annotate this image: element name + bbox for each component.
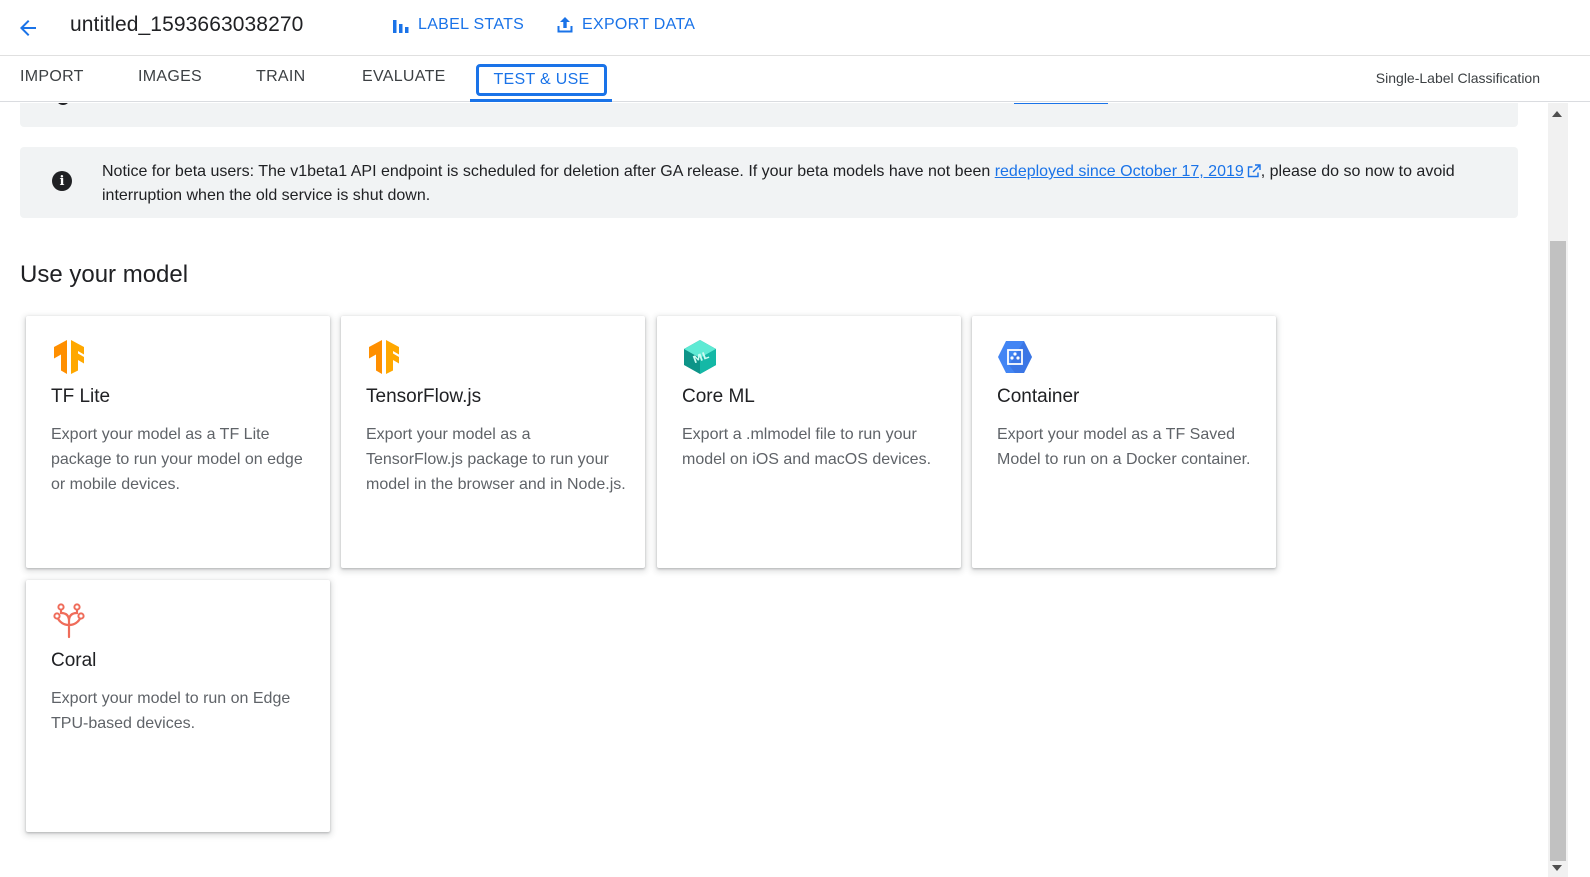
notice-text-before: Notice for beta users: The v1beta1 API e… bbox=[102, 163, 995, 180]
card-title: Core ML bbox=[682, 386, 755, 407]
coral-card[interactable]: Coral Export your model to run on Edge T… bbox=[26, 580, 330, 832]
card-title: Coral bbox=[51, 650, 97, 671]
container-card[interactable]: Container Export your model as a TF Save… bbox=[972, 316, 1276, 568]
beta-notice-banner: i Notice for beta users: The v1beta1 API… bbox=[20, 147, 1518, 218]
coreml-icon: ML bbox=[684, 340, 716, 374]
back-button[interactable] bbox=[8, 8, 48, 48]
card-description: Export your model as a TF Lite package t… bbox=[51, 426, 303, 493]
scroll-up-arrow-icon[interactable] bbox=[1552, 111, 1562, 117]
active-tab-indicator bbox=[470, 99, 612, 102]
tensorflow-icon bbox=[369, 340, 399, 374]
vertical-scrollbar[interactable] bbox=[1548, 103, 1568, 877]
scroll-down-arrow-icon[interactable] bbox=[1552, 865, 1562, 871]
notice-text: Notice for beta users: The v1beta1 API e… bbox=[102, 160, 1482, 208]
tf-lite-card[interactable]: TF Lite Export your model as a TF Lite p… bbox=[26, 316, 330, 568]
previous-notice-banner bbox=[20, 103, 1518, 127]
card-title: Container bbox=[997, 386, 1080, 407]
model-type-label: Single-Label Classification bbox=[1375, 70, 1540, 86]
coral-icon bbox=[53, 603, 85, 639]
card-title: TensorFlow.js bbox=[366, 386, 482, 407]
label-stats-label: LABEL STATS bbox=[418, 16, 525, 33]
redeployed-link-label: redeployed since October 17, 2019 bbox=[994, 163, 1244, 180]
main-content: i Notice for beta users: The v1beta1 API… bbox=[0, 103, 1548, 877]
tab-import[interactable]: IMPORT bbox=[20, 68, 84, 86]
core-ml-card[interactable]: ML Core ML Export a .mlmodel file to run… bbox=[657, 316, 961, 568]
arrow-back-icon bbox=[20, 20, 36, 36]
section-title: Use your model bbox=[20, 261, 189, 288]
container-icon bbox=[998, 341, 1032, 373]
tab-bar: IMPORT IMAGES TRAIN EVALUATE TEST & USE … bbox=[0, 56, 1590, 102]
export-data-label: EXPORT DATA bbox=[582, 16, 696, 33]
tensorflow-js-card[interactable]: TensorFlow.js Export your model as a Ten… bbox=[341, 316, 645, 568]
card-description: Export your model as a TF Saved Model to… bbox=[997, 426, 1251, 468]
tab-test-and-use[interactable]: TEST & USE bbox=[476, 64, 607, 96]
info-icon: i bbox=[52, 171, 72, 191]
notice-link-partial[interactable] bbox=[1014, 103, 1108, 104]
export-data-button[interactable]: EXPORT DATA bbox=[556, 15, 695, 35]
tab-train[interactable]: TRAIN bbox=[256, 68, 306, 86]
open-in-new-icon bbox=[1247, 164, 1261, 178]
bar-chart-icon bbox=[393, 20, 409, 33]
label-stats-button[interactable]: LABEL STATS bbox=[392, 15, 524, 35]
app-header: untitled_1593663038270 LABEL STATS EXPOR… bbox=[0, 0, 1590, 56]
card-description: Export your model to run on Edge TPU-bas… bbox=[51, 690, 291, 732]
tab-evaluate[interactable]: EVALUATE bbox=[362, 68, 446, 86]
redeployed-link[interactable]: redeployed since October 17, 2019 bbox=[995, 163, 1261, 180]
notice-icon-partial bbox=[56, 103, 70, 105]
tab-images[interactable]: IMAGES bbox=[138, 68, 202, 86]
upload-icon bbox=[557, 17, 573, 33]
card-description: Export your model as a TensorFlow.js pac… bbox=[366, 426, 626, 493]
scrollbar-thumb[interactable] bbox=[1550, 241, 1566, 861]
dataset-title: untitled_1593663038270 bbox=[70, 13, 304, 36]
card-description: Export a .mlmodel file to run your model… bbox=[682, 426, 932, 468]
card-title: TF Lite bbox=[51, 386, 111, 407]
tensorflow-icon bbox=[54, 340, 84, 374]
